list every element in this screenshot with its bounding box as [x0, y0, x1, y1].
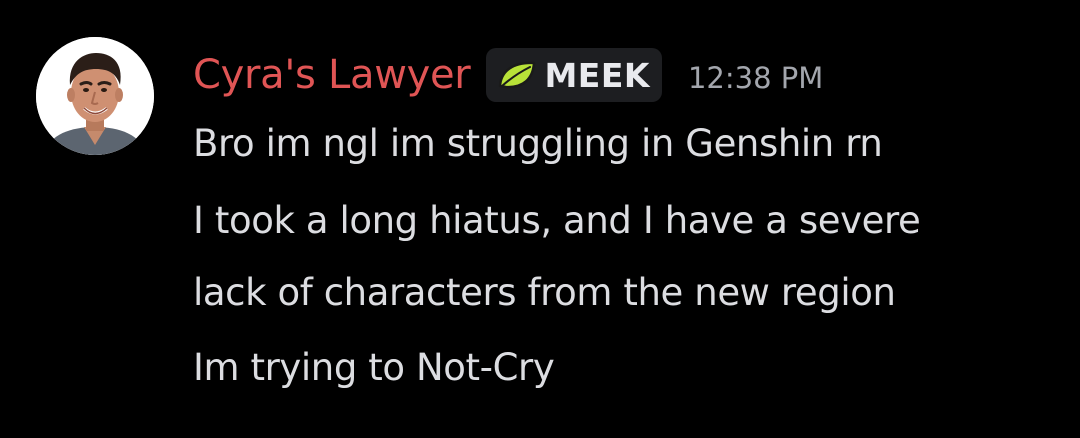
role-tag-label: MEEK: [544, 55, 650, 95]
chat-message: Cyra's Lawyer MEEK 12:38 PM Bro im ngl i…: [0, 0, 1080, 438]
leaf-icon: [499, 61, 536, 89]
timestamp[interactable]: 12:38 PM: [688, 63, 823, 93]
message-header: Cyra's Lawyer MEEK 12:38 PM: [193, 46, 823, 104]
avatar[interactable]: [36, 37, 154, 155]
avatar-portrait-image: [36, 37, 154, 155]
message-line: Im trying to Not-Cry: [193, 346, 555, 389]
message-line: I took a long hiatus, and I have a sever…: [193, 199, 921, 242]
role-tag[interactable]: MEEK: [486, 48, 662, 102]
message-line: lack of characters from the new region: [193, 271, 896, 314]
message-line: Bro im ngl im struggling in Genshin rn: [193, 122, 883, 165]
username[interactable]: Cyra's Lawyer: [193, 55, 471, 95]
